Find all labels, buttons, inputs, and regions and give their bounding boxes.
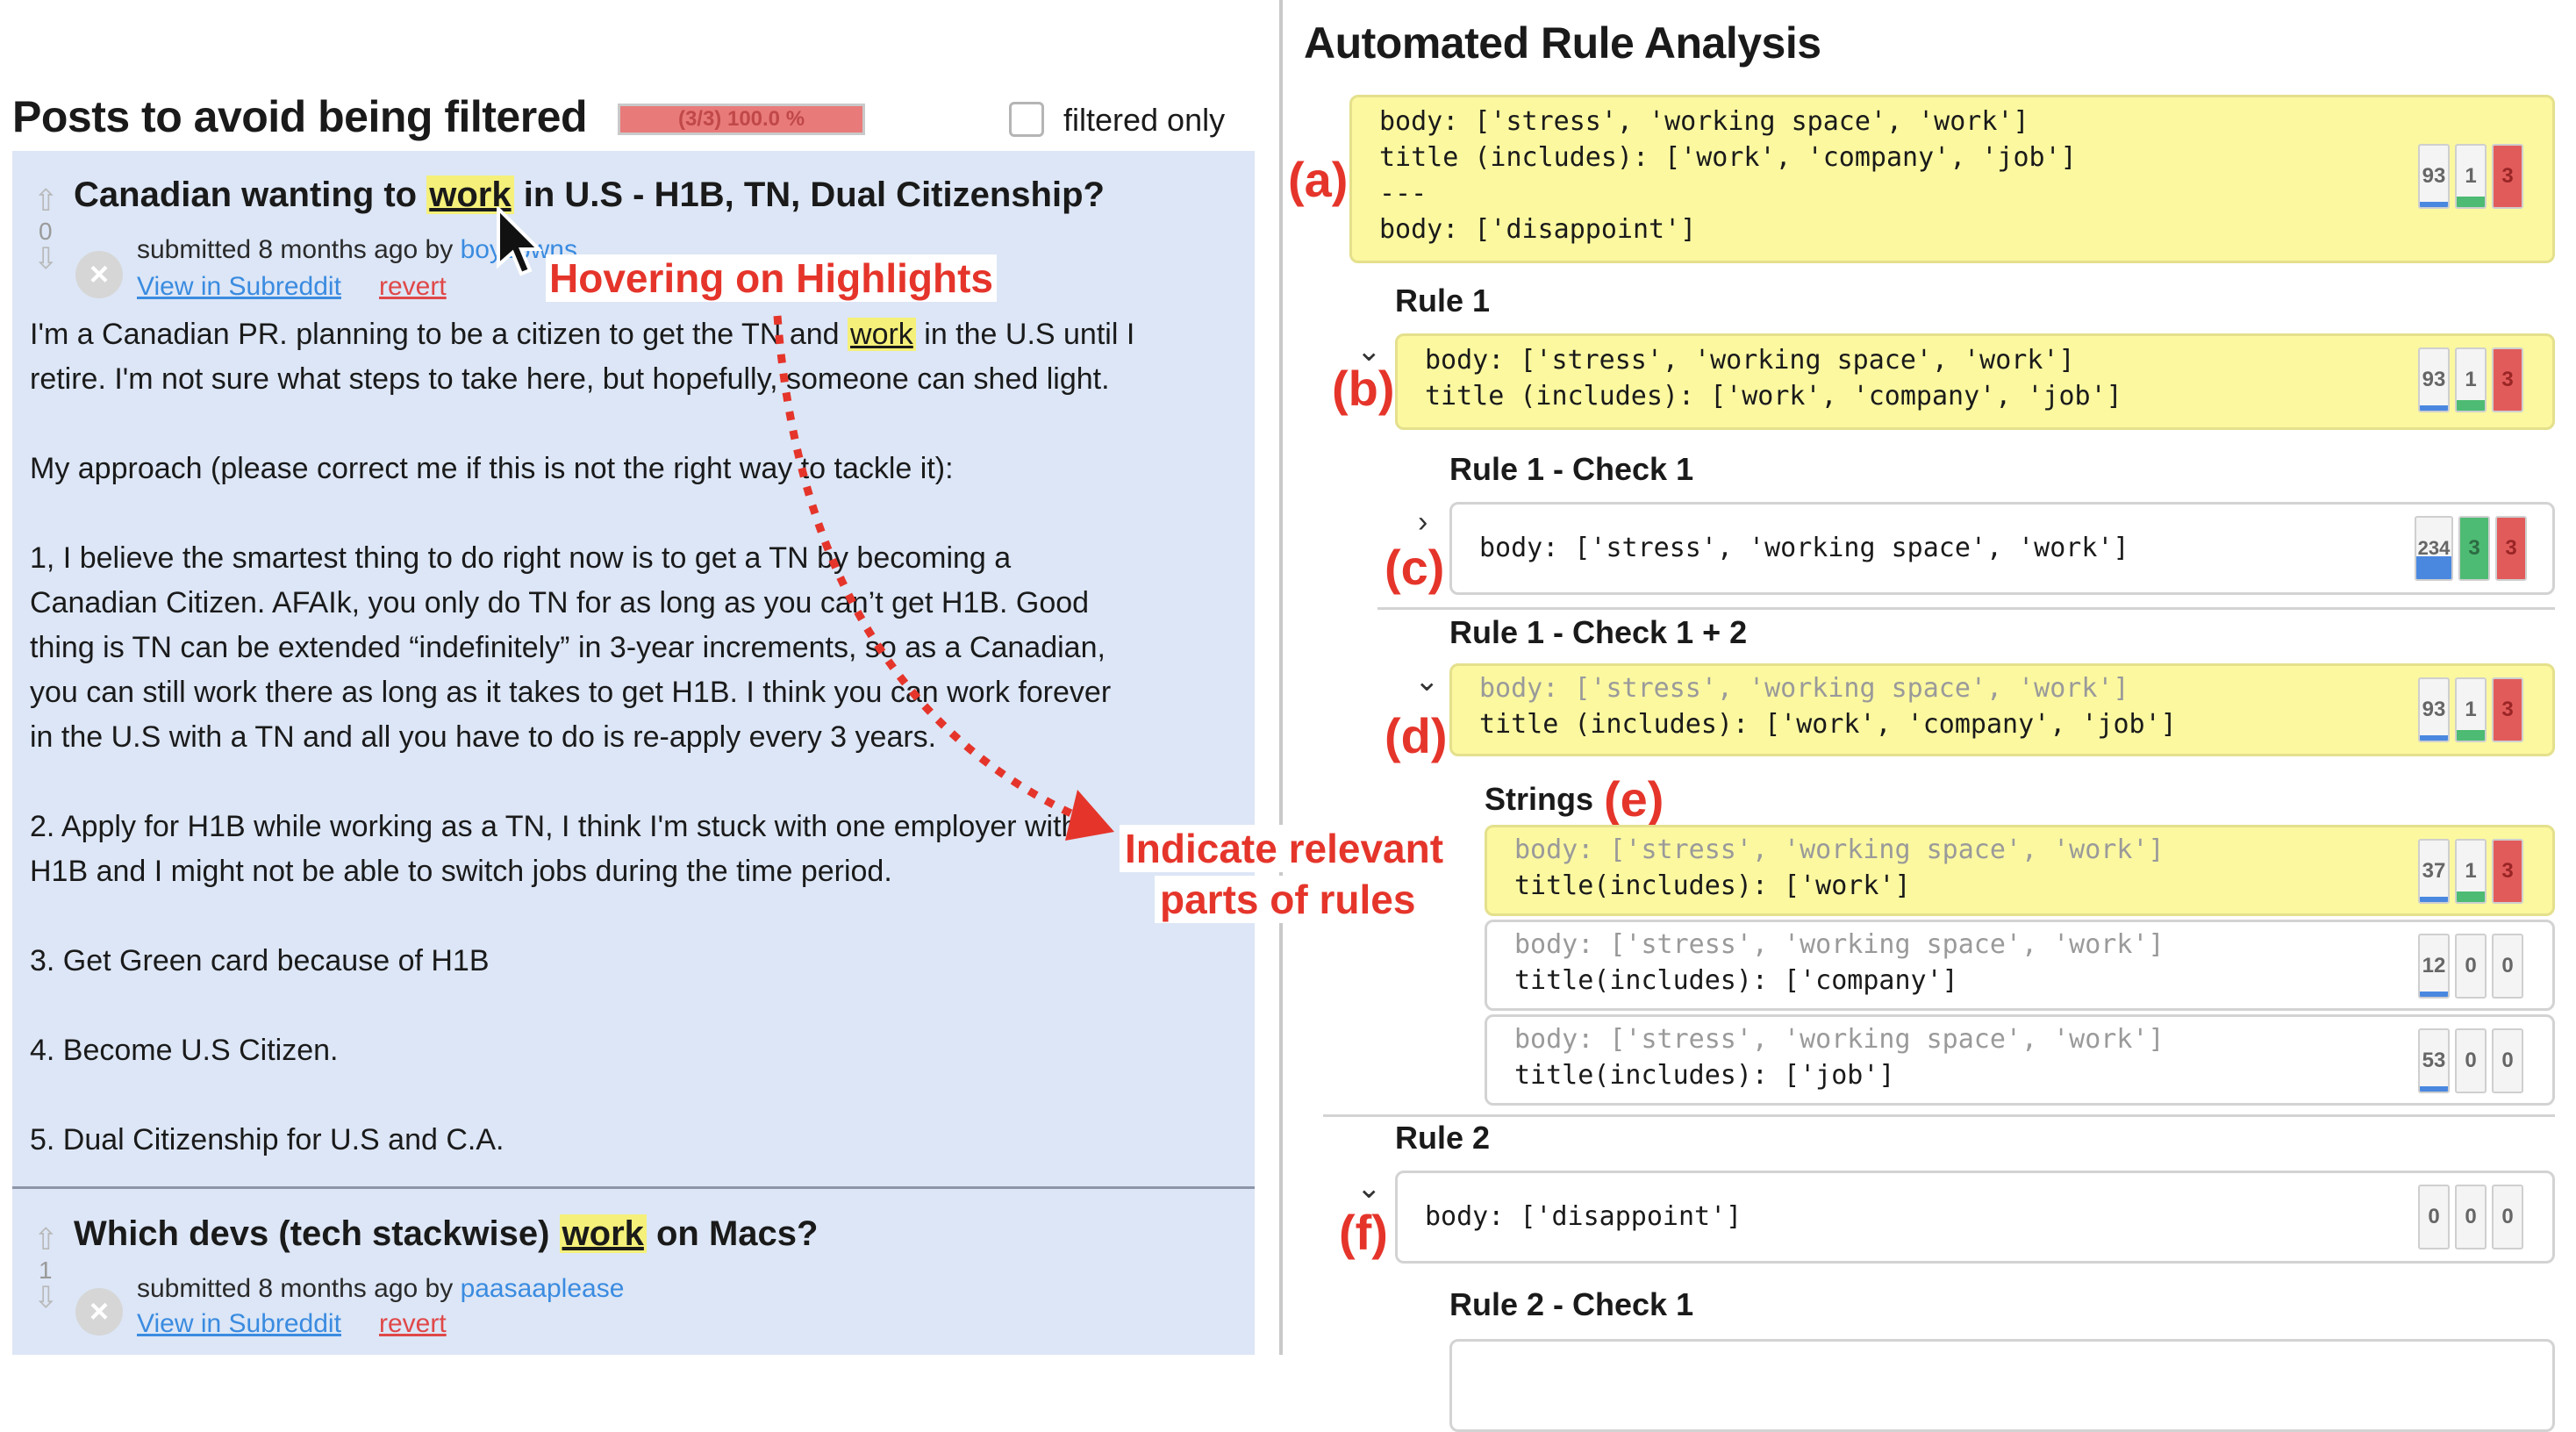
section-title: Rule 1 - Check 1 — [1449, 451, 1694, 487]
count-filtered: 53 — [2418, 1028, 2450, 1093]
match-counts: 93 1 3 — [2418, 347, 2523, 412]
annotation-label-e: (e) — [1604, 771, 1664, 827]
count-removed: 1 — [2455, 677, 2487, 742]
count-filtered: 0 — [2418, 1185, 2450, 1249]
count-avoid: 0 — [2492, 1028, 2523, 1093]
section-title: Rule 1 — [1395, 283, 1491, 319]
rule-code-line-dim: body: ['stress', 'working space', 'work'… — [1514, 1024, 2165, 1055]
rule-code-line: body: ['stress', 'working space', 'work'… — [1425, 345, 2075, 376]
section-divider — [1323, 1114, 2555, 1117]
rule-code-line: body: ['stress', 'working space', 'work'… — [1479, 533, 2129, 563]
rule-code-line: title (includes): ['work', 'company', 'j… — [1479, 709, 2177, 740]
count-avoid: 0 — [2492, 934, 2523, 999]
rule-code-line: title(includes): ['company'] — [1514, 965, 1958, 996]
count-filtered: 93 — [2418, 677, 2450, 742]
match-counts: 53 0 0 — [2418, 1028, 2523, 1093]
match-counts: 93 1 3 — [2418, 677, 2523, 742]
annotation-label-d: (d) — [1385, 708, 1448, 763]
count-removed: 1 — [2455, 144, 2487, 209]
annotation-indicate: parts of rules — [1155, 876, 1421, 923]
annotation-label-f: (f) — [1339, 1205, 1388, 1260]
match-counts: 0 0 0 — [2418, 1185, 2523, 1249]
count-avoid: 3 — [2495, 516, 2527, 581]
count-filtered: 93 — [2418, 347, 2450, 412]
rule-code-line: title(includes): ['job'] — [1514, 1060, 1895, 1091]
chevron-right-icon[interactable]: › — [1418, 505, 1428, 540]
count-filtered: 12 — [2418, 934, 2450, 999]
panel-divider — [1279, 0, 1283, 1355]
annotation-label-b: (b) — [1332, 361, 1395, 416]
annotation-label-c: (c) — [1385, 540, 1445, 595]
count-filtered: 37 — [2418, 839, 2450, 904]
count-removed: 1 — [2455, 839, 2487, 904]
rule-code-line-dim: body: ['stress', 'working space', 'work'… — [1479, 673, 2129, 704]
chevron-down-icon[interactable]: ⌄ — [1356, 1171, 1382, 1206]
rule-code-line: body: ['disappoint'] — [1379, 214, 1697, 245]
right-panel-title: Automated Rule Analysis — [1304, 18, 1821, 68]
count-avoid: 3 — [2492, 839, 2523, 904]
section-divider — [1377, 607, 2555, 610]
count-avoid: 3 — [2492, 347, 2523, 412]
count-avoid: 3 — [2492, 677, 2523, 742]
chevron-down-icon[interactable]: ⌄ — [1414, 663, 1440, 698]
rule-2-check-1-card[interactable] — [1449, 1339, 2555, 1432]
match-counts: 12 0 0 — [2418, 934, 2523, 999]
count-removed: 0 — [2455, 1028, 2487, 1093]
rule-code-line: --- — [1379, 178, 1428, 209]
annotation-indicate: Indicate relevant — [1120, 825, 1449, 872]
rule-code-line-dim: body: ['stress', 'working space', 'work'… — [1514, 929, 2165, 960]
count-removed: 1 — [2455, 347, 2487, 412]
section-title: Rule 2 - Check 1 — [1449, 1286, 1694, 1322]
count-avoid: 3 — [2492, 144, 2523, 209]
section-title: Rule 2 — [1395, 1120, 1491, 1156]
match-counts: 93 1 3 — [2418, 144, 2523, 209]
section-title: Strings — [1485, 781, 1594, 817]
match-counts: 37 1 3 — [2418, 839, 2523, 904]
count-removed: 3 — [2458, 516, 2490, 581]
count-avoid: 0 — [2492, 1185, 2523, 1249]
rule-code-line: body: ['disappoint'] — [1425, 1201, 1742, 1232]
rule-code-line: title (includes): ['work', 'company', 'j… — [1379, 142, 2077, 173]
annotation-label-a: (a) — [1288, 152, 1349, 207]
count-removed: 0 — [2455, 934, 2487, 999]
count-filtered: 93 — [2418, 144, 2450, 209]
count-filtered: 234 — [2415, 516, 2453, 581]
match-counts: 234 3 3 — [2415, 516, 2527, 581]
rule-code-line: title (includes): ['work', 'company', 'j… — [1425, 381, 2122, 412]
rule-code-line: body: ['stress', 'working space', 'work'… — [1379, 106, 2029, 137]
rule-code-line-dim: body: ['stress', 'working space', 'work'… — [1514, 834, 2165, 865]
rule-code-line: title(includes): ['work'] — [1514, 870, 1911, 901]
count-removed: 0 — [2455, 1185, 2487, 1249]
section-title: Rule 1 - Check 1 + 2 — [1449, 614, 1748, 650]
